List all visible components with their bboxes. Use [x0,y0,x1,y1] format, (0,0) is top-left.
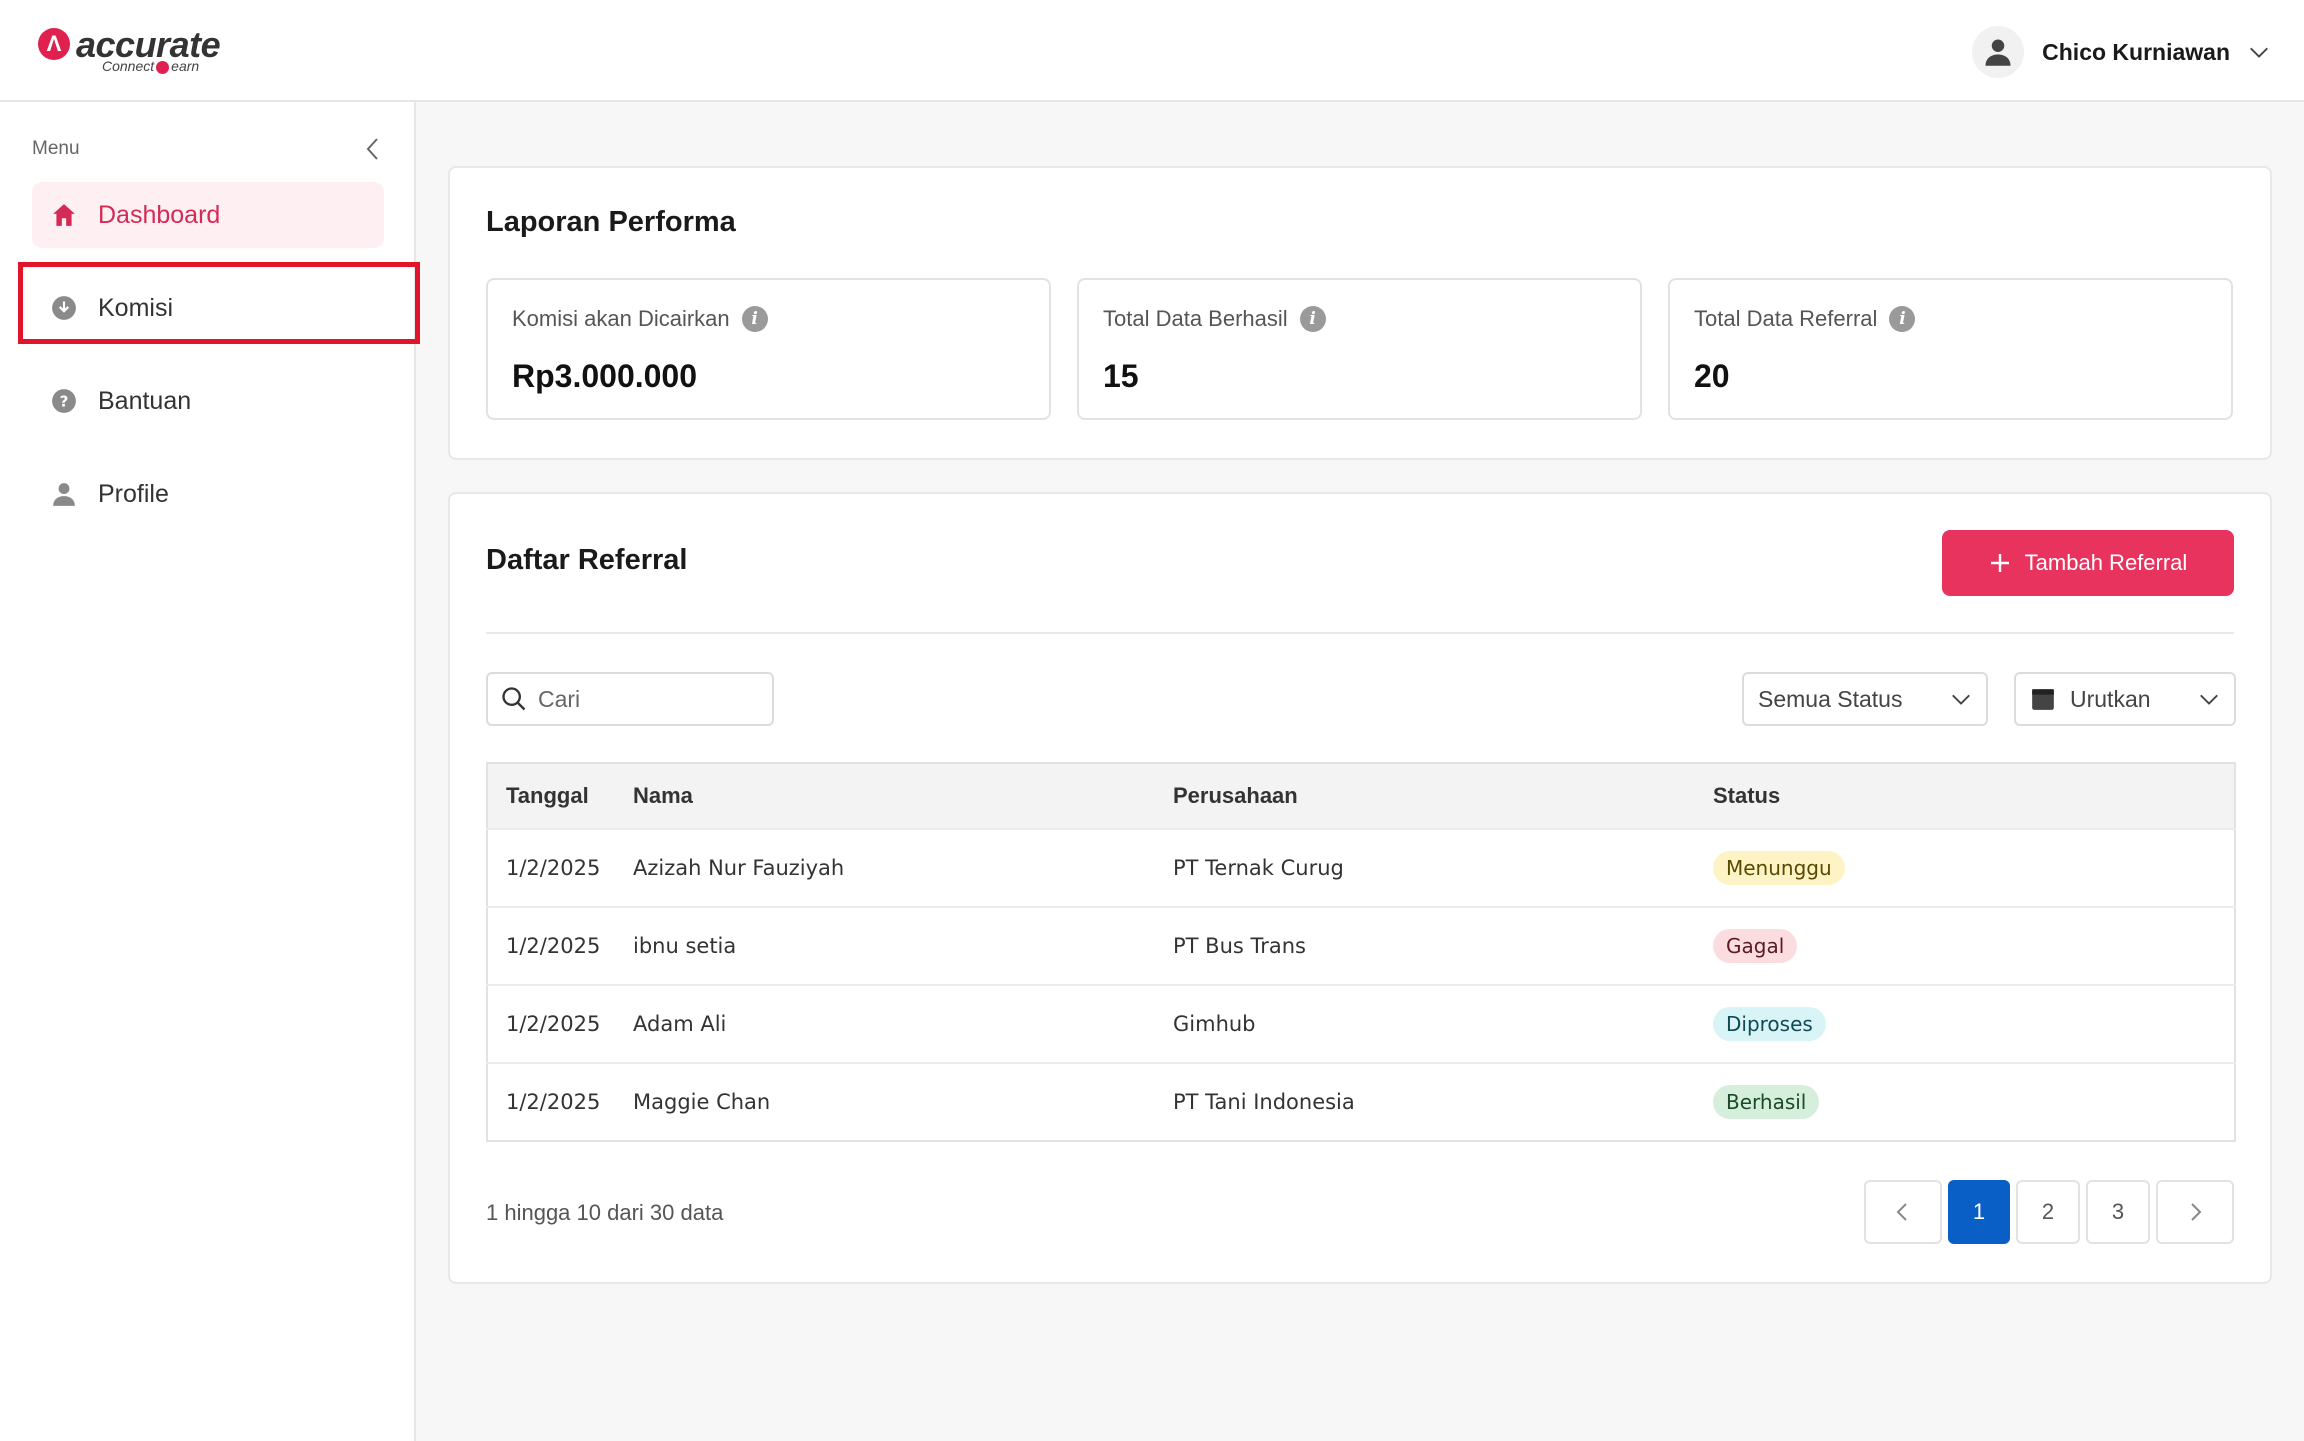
cell-status: Berhasil [1695,1062,2235,1141]
top-bar: Λ accurate Connect earn Chico Kurniawan [0,0,2304,102]
page-button-1[interactable]: 1 [1948,1180,2010,1244]
cell-name: Azizah Nur Fauziyah [615,828,1155,907]
sidebar-item-profile[interactable]: Profile [32,461,384,527]
search-input[interactable] [538,685,758,713]
search-box[interactable] [486,672,774,726]
referral-title: Daftar Referral [486,544,688,576]
logo-mark-icon: Λ [38,28,70,60]
performance-title: Laporan Performa [486,206,736,238]
pagination: 1 2 3 [1864,1180,2234,1244]
stat-label-text: Komisi akan Dicairkan [512,306,730,331]
brand-tagline-left: Connect [102,58,155,74]
cell-company: PT Ternak Curug [1155,828,1695,907]
pagination-summary: 1 hingga 10 dari 30 data [486,1200,724,1225]
prev-page-button[interactable] [1864,1180,1942,1244]
table-row[interactable]: 1/2/2025 Maggie Chan PT Tani Indonesia B… [487,1062,2235,1141]
cell-date: 1/2/2025 [487,984,615,1063]
stat-value: 20 [1694,358,1730,394]
next-page-button[interactable] [2156,1180,2234,1244]
status-badge: Diproses [1713,1007,1826,1041]
collapse-sidebar-icon[interactable] [362,136,384,162]
info-icon[interactable]: i [1889,306,1916,332]
info-icon[interactable]: i [1299,306,1326,332]
stat-card-berhasil: Total Data Berhasil i 15 [1077,278,1642,420]
cell-company: PT Tani Indonesia [1155,1062,1695,1141]
stat-value: 15 [1103,358,1139,394]
search-icon [502,687,526,711]
status-badge: Berhasil [1713,1085,1820,1119]
cell-status: Gagal [1695,906,2235,985]
info-icon[interactable]: i [741,306,768,332]
cell-name: ibnu setia [615,906,1155,985]
stat-label: Total Data Berhasil i [1103,306,1326,332]
performance-card: Laporan Performa Komisi akan Dicairkan i… [448,166,2272,460]
user-menu[interactable]: Chico Kurniawan [1972,24,2270,80]
divider [486,632,2234,634]
user-avatar-icon [1985,39,2011,66]
sort-select[interactable]: Urutkan [2014,672,2236,726]
help-circle-icon: ? [50,387,78,415]
sort-label: Urutkan [2070,685,2151,712]
column-header-status[interactable]: Status [1695,763,2235,829]
table-row[interactable]: 1/2/2025 Azizah Nur Fauziyah PT Ternak C… [487,828,2235,907]
brand-logo[interactable]: Λ accurate Connect earn [38,24,238,80]
chevron-down-icon[interactable] [2248,41,2270,63]
sidebar-item-label: Bantuan [98,386,192,415]
brand-tagline-right: earn [171,58,200,74]
avatar[interactable] [1972,26,2025,78]
chevron-down-icon [2200,694,2218,705]
stat-card-referral: Total Data Referral i 20 [1668,278,2233,420]
sidebar-item-label: Profile [98,479,169,508]
cell-date: 1/2/2025 [487,906,615,985]
stat-label-text: Total Data Berhasil [1103,306,1288,331]
stat-value: Rp3.000.000 [512,358,698,394]
add-referral-button[interactable]: Tambah Referral [1942,530,2234,596]
cell-date: 1/2/2025 [487,828,615,907]
cell-name: Maggie Chan [615,1062,1155,1141]
stat-card-komisi: Komisi akan Dicairkan i Rp3.000.000 [486,278,1051,420]
stat-label: Komisi akan Dicairkan i [512,306,768,332]
sidebar-item-dashboard[interactable]: Dashboard [32,182,384,248]
table-row[interactable]: 1/2/2025 ibnu setia PT Bus Trans Gagal [487,906,2235,985]
sidebar-item-bantuan[interactable]: ? Bantuan [32,368,384,434]
user-name[interactable]: Chico Kurniawan [2042,39,2230,66]
sort-select-content: Urutkan [2030,686,2151,713]
status-filter-value: Semua Status [1758,685,1903,712]
cell-date: 1/2/2025 [487,1062,615,1141]
chevron-left-icon [1896,1203,1907,1221]
menu-label: Menu [32,138,80,159]
column-header-perusahaan[interactable]: Perusahaan [1155,763,1695,829]
cell-name: Adam Ali [615,984,1155,1063]
cell-status: Diproses [1695,984,2235,1063]
cell-status: Menunggu [1695,828,2235,907]
plus-icon [1990,554,2009,572]
table-header-row: Tanggal Nama Perusahaan Status [487,763,2235,829]
svg-text:?: ? [60,392,69,410]
home-icon [50,201,78,229]
cell-company: PT Bus Trans [1155,906,1695,985]
status-filter-select[interactable]: Semua Status [1742,672,1988,726]
highlight-annotation [18,262,420,344]
cell-company: Gimhub [1155,984,1695,1063]
column-header-nama[interactable]: Nama [615,763,1155,829]
status-badge: Gagal [1713,929,1798,963]
table-row[interactable]: 1/2/2025 Adam Ali Gimhub Diproses [487,984,2235,1063]
chevron-right-icon [2191,1203,2202,1221]
stat-label-text: Total Data Referral [1694,306,1878,331]
user-icon [50,480,78,508]
sidebar-item-label: Dashboard [98,200,221,229]
page-button-2[interactable]: 2 [2016,1180,2080,1244]
referral-card: Daftar Referral Tambah Referral Semua St… [448,492,2272,1284]
brand-tagline: Connect earn [102,58,199,74]
calendar-icon [2032,689,2054,710]
referral-table: Tanggal Nama Perusahaan Status 1/2/2025 … [486,762,2236,1142]
status-badge: Menunggu [1713,851,1845,885]
chevron-down-icon [1952,694,1970,705]
tagline-dot-icon [156,60,170,74]
add-referral-label: Tambah Referral [2024,550,2188,575]
stat-label: Total Data Referral i [1694,306,1916,332]
column-header-tanggal[interactable]: Tanggal [487,763,615,829]
page-button-3[interactable]: 3 [2086,1180,2150,1244]
